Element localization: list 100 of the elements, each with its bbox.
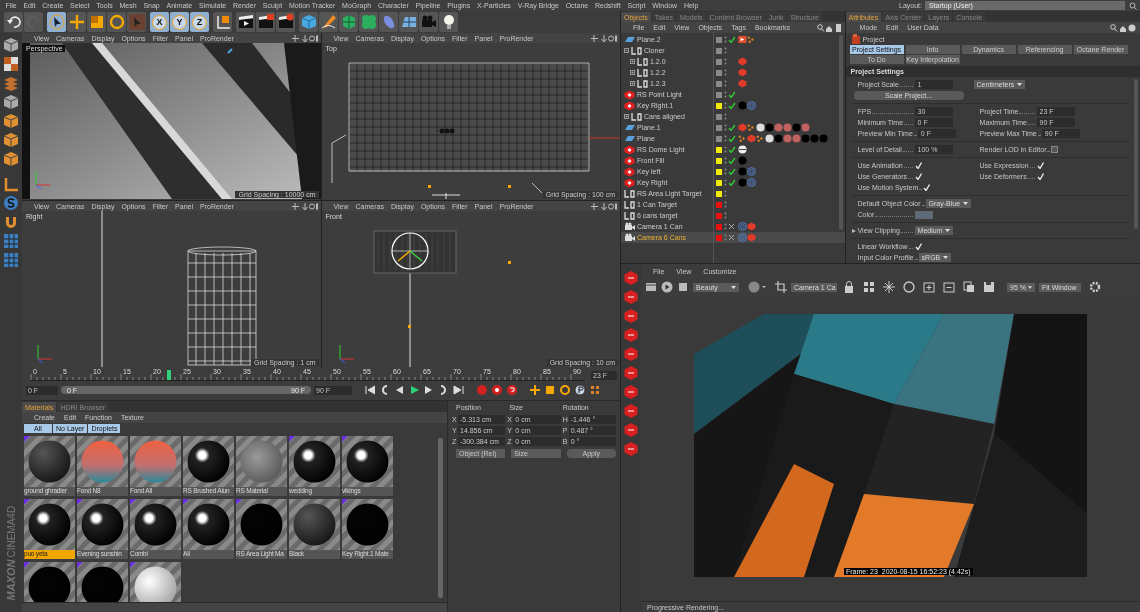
- go-to-end-icon[interactable]: [453, 384, 465, 396]
- magnet-icon[interactable]: [3, 214, 19, 230]
- visibility-dots-icon[interactable]: [724, 80, 727, 87]
- checker-icon[interactable]: [3, 56, 19, 72]
- axis-lock-button[interactable]: X: [150, 12, 169, 32]
- render-view-button[interactable]: [236, 12, 255, 32]
- layer-color-swatch[interactable]: [716, 80, 722, 87]
- layer-color-swatch[interactable]: [716, 113, 722, 120]
- visibility-dots-icon[interactable]: [724, 223, 727, 230]
- panel-tools-icon[interactable]: [816, 23, 841, 32]
- hexagon-tool-icon[interactable]: [623, 365, 639, 381]
- rotate-key-icon[interactable]: [559, 384, 571, 396]
- copy-icon[interactable]: [963, 281, 975, 293]
- play-icon[interactable]: [408, 384, 420, 396]
- light-object-button[interactable]: [439, 12, 458, 32]
- visibility-dots-icon[interactable]: [724, 124, 727, 131]
- material-thumbnail[interactable]: [183, 436, 234, 487]
- scrollbar[interactable]: [438, 438, 443, 598]
- material-thumbnail[interactable]: [77, 562, 128, 602]
- material-thumbnail[interactable]: [342, 436, 393, 487]
- dots-tag-icon[interactable]: [756, 134, 765, 143]
- scale-tool-button[interactable]: [87, 12, 106, 32]
- view-navigation-icon[interactable]: [291, 34, 318, 42]
- cube-icon[interactable]: [3, 94, 19, 110]
- grid-icon[interactable]: [863, 281, 875, 293]
- visibility-dots-icon[interactable]: [724, 135, 727, 142]
- expand-icon[interactable]: [624, 114, 629, 119]
- material-thumbnail[interactable]: [130, 436, 181, 487]
- lock-icon[interactable]: [843, 281, 855, 293]
- circle-icon[interactable]: [903, 281, 915, 293]
- layer-color-swatch[interactable]: [716, 212, 722, 219]
- pen-tool-button[interactable]: [319, 12, 338, 32]
- material-thumbnail[interactable]: [342, 499, 393, 550]
- enabled-check-icon[interactable]: [728, 135, 736, 142]
- visibility-dots-icon[interactable]: [724, 69, 727, 76]
- stop-icon[interactable]: [677, 281, 689, 293]
- layer-color-swatch[interactable]: [716, 223, 722, 230]
- target-tag-icon[interactable]: [747, 101, 756, 110]
- hexagon-tool-icon[interactable]: [623, 270, 639, 286]
- enabled-check-icon[interactable]: [728, 157, 736, 164]
- snowflake-icon[interactable]: [883, 281, 895, 293]
- layer-color-swatch[interactable]: [716, 36, 722, 43]
- layer-color-swatch[interactable]: [716, 69, 722, 76]
- select-tool-button[interactable]: [47, 12, 66, 32]
- visibility-dots-icon[interactable]: [724, 212, 727, 219]
- hexagon-tool-icon[interactable]: [623, 422, 639, 438]
- material-thumbnail[interactable]: [24, 499, 75, 550]
- layer-color-swatch[interactable]: [716, 157, 722, 164]
- layer-color-swatch[interactable]: [716, 58, 722, 65]
- hexagon-tool-icon[interactable]: [623, 346, 639, 362]
- visibility-dots-icon[interactable]: [724, 168, 727, 175]
- scale-key-icon[interactable]: [544, 384, 556, 396]
- enabled-check-icon[interactable]: [728, 146, 736, 153]
- expand-icon[interactable]: [851, 229, 856, 233]
- material-thumbnail[interactable]: [77, 499, 128, 550]
- floor-object-button[interactable]: [399, 12, 418, 32]
- angle-icon[interactable]: [3, 176, 19, 192]
- visibility-dots-icon[interactable]: [724, 190, 727, 197]
- enabled-check-icon[interactable]: [728, 168, 736, 175]
- rotate-tool-button[interactable]: [107, 12, 126, 32]
- enabled-check-icon[interactable]: [728, 124, 736, 131]
- color-swatch[interactable]: [914, 210, 933, 219]
- material-thumbnail[interactable]: [130, 562, 181, 602]
- dots-tag-icon[interactable]: [747, 123, 756, 132]
- autokey-icon[interactable]: [491, 384, 503, 396]
- cube-icon[interactable]: [3, 151, 19, 167]
- dome-tag-icon[interactable]: [738, 145, 747, 154]
- visibility-dots-icon[interactable]: [724, 102, 727, 109]
- deformer-button[interactable]: [379, 12, 398, 32]
- cube-icon[interactable]: [3, 113, 19, 129]
- render-settings-button[interactable]: [276, 12, 295, 32]
- material-thumbnail[interactable]: [289, 436, 340, 487]
- crop-icon[interactable]: [775, 281, 787, 293]
- visibility-dots-icon[interactable]: [724, 58, 727, 65]
- axis-lock-button[interactable]: Y: [170, 12, 189, 32]
- enabled-check-icon[interactable]: [728, 91, 736, 98]
- panel-tools-icon[interactable]: [1110, 23, 1136, 32]
- material-thumbnail[interactable]: [236, 499, 287, 550]
- visibility-dots-icon[interactable]: [724, 157, 727, 164]
- hexagon-tool-icon[interactable]: [623, 327, 639, 343]
- enabled-check-icon[interactable]: [728, 36, 736, 43]
- hexagon-tool-icon[interactable]: [623, 384, 639, 400]
- cloner-button[interactable]: [359, 12, 378, 32]
- render-picture-viewer-button[interactable]: [256, 12, 275, 32]
- expand-icon[interactable]: [630, 81, 635, 86]
- layer-color-swatch[interactable]: [716, 190, 722, 197]
- hexagon-tool-icon[interactable]: [623, 403, 639, 419]
- move-tool-button[interactable]: [67, 12, 86, 32]
- parameter-key-icon[interactable]: [574, 384, 586, 396]
- layer-color-swatch[interactable]: [716, 91, 722, 98]
- visibility-dots-icon[interactable]: [724, 91, 727, 98]
- expand-icon[interactable]: [630, 59, 635, 64]
- material-thumbnail[interactable]: [183, 499, 234, 550]
- snap-icon[interactable]: [3, 195, 19, 211]
- hexagon-tool-icon[interactable]: [623, 308, 639, 324]
- enabled-check-icon[interactable]: [728, 102, 736, 109]
- layer-color-swatch[interactable]: [716, 179, 722, 186]
- visibility-dots-icon[interactable]: [724, 47, 727, 54]
- hexagon-tool-icon[interactable]: [623, 289, 639, 305]
- material-thumbnail[interactable]: [289, 499, 340, 550]
